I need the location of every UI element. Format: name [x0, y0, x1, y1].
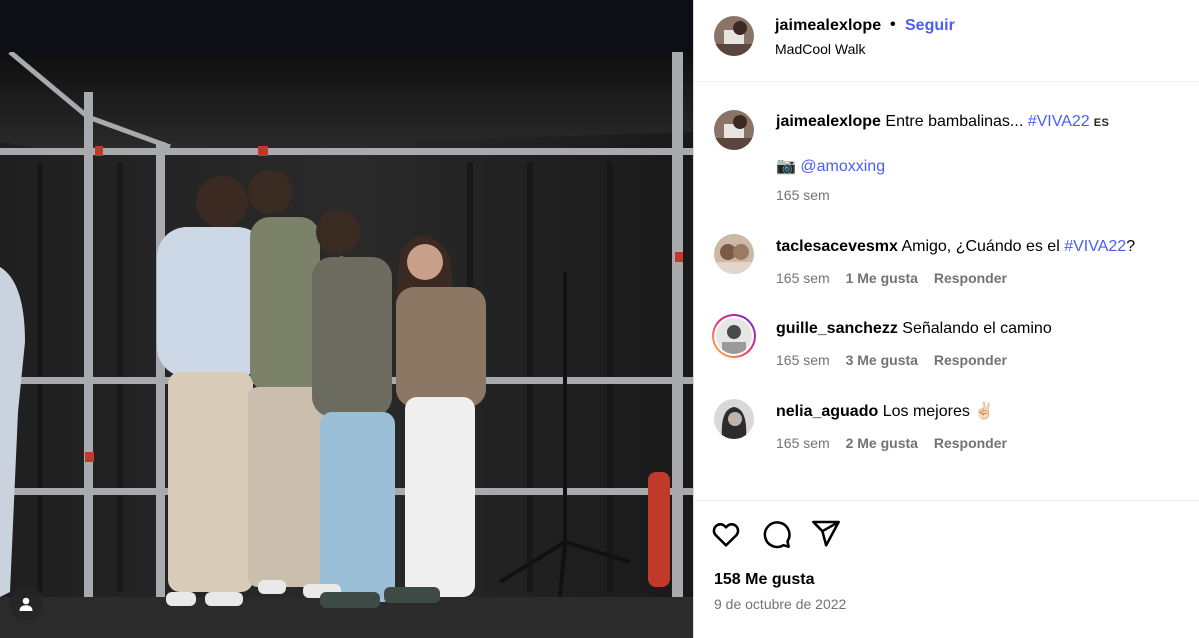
story-ring-inner	[714, 316, 754, 356]
comment-username[interactable]: guille_sanchezz	[776, 320, 898, 337]
caption-credit: 📷 @amoxxing	[776, 157, 885, 177]
commenter-avatar-story-ring[interactable]	[712, 314, 756, 358]
post-header: jaimealexlope • Seguir MadCool Walk	[694, 0, 1199, 82]
comment-item: taclesacevesmx Amigo, ¿Cuándo es el #VIV…	[694, 234, 1199, 294]
comment-item: guille_sanchezz Señalando el camino 165 …	[694, 314, 1199, 376]
caption-body: Entre bambalinas...	[885, 113, 1024, 130]
comment-body: Los mejores ✌🏻	[882, 403, 995, 420]
flag-es-label: ES	[1093, 117, 1110, 129]
post-date[interactable]: 9 de octubre de 2022	[714, 596, 846, 612]
comment-body: Amigo, ¿Cuándo es el	[901, 238, 1060, 255]
comment-item: nelia_aguado Los mejores ✌🏻 165 sem 2 Me…	[694, 399, 1199, 459]
comment-meta: 165 sem 1 Me gusta Responder	[776, 270, 1019, 286]
comment-body: Señalando el camino	[902, 320, 1052, 337]
caption-author-avatar[interactable]	[714, 110, 754, 150]
caption-hashtag[interactable]: #VIVA22	[1028, 113, 1090, 130]
post-photo[interactable]	[0, 52, 693, 638]
reply-button[interactable]: Responder	[934, 352, 1007, 368]
comment-hashtag[interactable]: #VIVA22	[1064, 238, 1126, 255]
post-caption: jaimealexlope Entre bambalinas... #VIVA2…	[694, 110, 1199, 210]
caption-meta: 165 sem	[776, 187, 842, 203]
comment-likes[interactable]: 3 Me gusta	[846, 352, 918, 368]
caption-text: jaimealexlope Entre bambalinas... #VIVA2…	[776, 112, 1109, 133]
comments-list: jaimealexlope Entre bambalinas... #VIVA2…	[694, 82, 1199, 500]
share-icon[interactable]	[810, 518, 842, 550]
commenter-avatar[interactable]	[714, 234, 754, 274]
comment-time[interactable]: 165 sem	[776, 270, 830, 286]
post-media	[0, 0, 693, 638]
comment-username[interactable]: taclesacevesmx	[776, 238, 898, 255]
comment-time[interactable]: 165 sem	[776, 435, 830, 451]
comment-meta: 165 sem 3 Me gusta Responder	[776, 352, 1019, 368]
reply-button[interactable]: Responder	[934, 270, 1007, 286]
person-icon	[19, 597, 33, 611]
comment-text: taclesacevesmx Amigo, ¿Cuándo es el #VIV…	[776, 237, 1135, 257]
comment-likes[interactable]: 2 Me gusta	[846, 435, 918, 451]
comment-suffix: ?	[1126, 238, 1136, 255]
comment-meta: 165 sem 2 Me gusta Responder	[776, 435, 1019, 451]
author-avatar[interactable]	[714, 16, 754, 56]
comment-icon[interactable]	[760, 518, 792, 550]
commenter-avatar[interactable]	[714, 399, 754, 439]
comment-text: guille_sanchezz Señalando el camino	[776, 319, 1052, 339]
comment-time[interactable]: 165 sem	[776, 352, 830, 368]
follow-button[interactable]: Seguir	[905, 17, 955, 35]
post-like-count[interactable]: 158 Me gusta	[714, 571, 814, 589]
author-username[interactable]: jaimealexlope	[775, 17, 881, 35]
tagged-users-button[interactable]	[9, 587, 43, 621]
post-side-panel: jaimealexlope • Seguir MadCool Walk jaim…	[693, 0, 1199, 638]
heart-icon[interactable]	[710, 518, 742, 550]
header-separator: •	[890, 16, 896, 33]
post-location[interactable]: MadCool Walk	[775, 41, 866, 57]
comment-username[interactable]: nelia_aguado	[776, 403, 878, 420]
stage-photo-illustration	[0, 52, 693, 638]
caption-username[interactable]: jaimealexlope	[776, 113, 881, 130]
caption-time[interactable]: 165 sem	[776, 187, 830, 203]
reply-button[interactable]: Responder	[934, 435, 1007, 451]
comment-likes[interactable]: 1 Me gusta	[846, 270, 918, 286]
comment-text: nelia_aguado Los mejores ✌🏻	[776, 402, 994, 422]
post-footer: 158 Me gusta 9 de octubre de 2022	[694, 500, 1199, 638]
camera-emoji-icon: 📷	[776, 158, 796, 175]
caption-mention[interactable]: @amoxxing	[800, 158, 885, 175]
